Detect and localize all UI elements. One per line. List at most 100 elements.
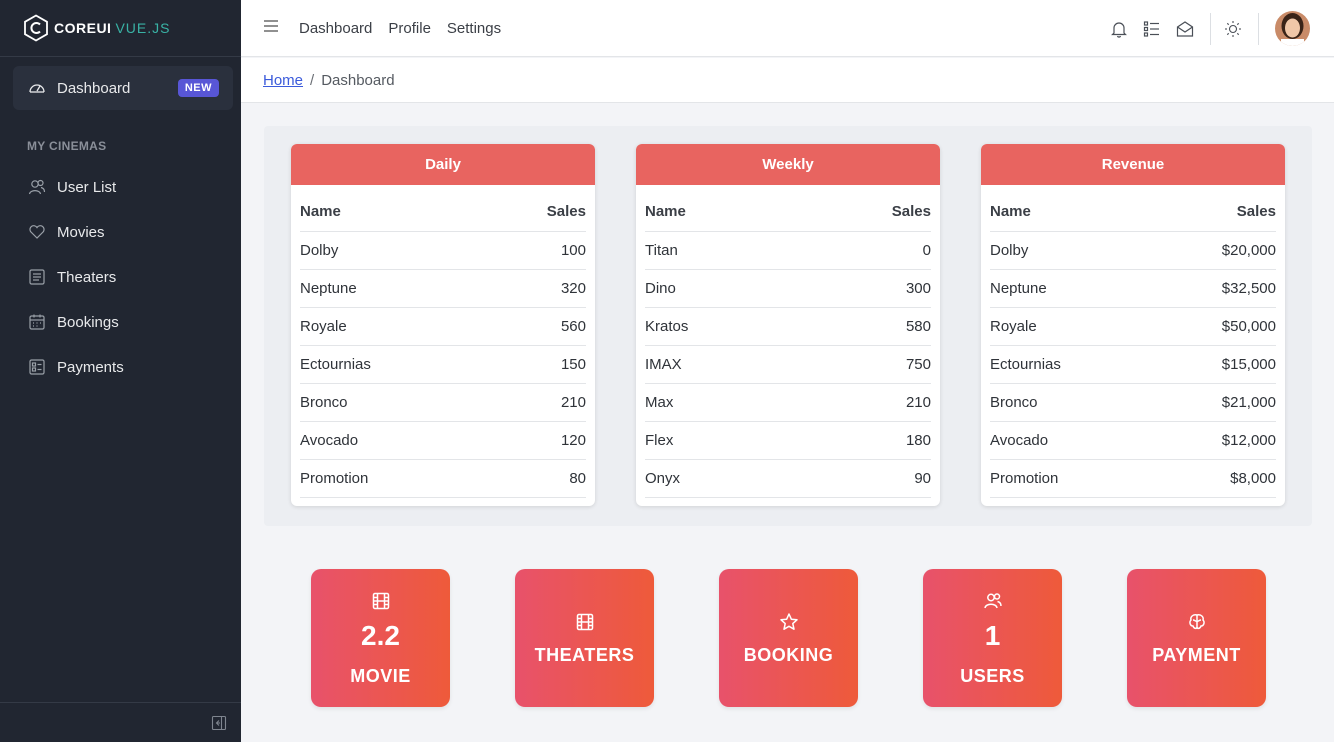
sidebar: COREUI VUE.JS Dashboard NEW MY CINEMAS U… [0,0,241,742]
payment-icon [27,357,47,377]
table-cell: 180 [795,421,931,460]
breadcrumb-current: Dashboard [321,71,395,89]
table-cell: Dino [645,269,796,308]
table-cell: 100 [484,231,586,270]
new-badge: NEW [177,79,219,97]
sidebar-item-bookings[interactable]: Bookings [13,302,233,342]
table-cell: Max [645,383,796,422]
column-header: Sales [795,193,931,232]
table-cell: Royale [990,307,1153,346]
film-icon [574,611,596,633]
table-cell: $15,000 [1152,345,1276,384]
speedometer-icon [27,78,47,98]
task-list-icon[interactable] [1142,19,1162,39]
table-cell: Neptune [300,269,485,308]
sidebar-item-label: Movies [57,223,105,241]
tile-label: THEATERS [534,644,635,665]
table-row: Ectournias 150 [300,345,586,384]
column-header: Sales [484,193,586,232]
table-row: Kratos 580 [645,307,931,346]
sidebar-item-payments[interactable]: Payments [13,347,233,387]
column-header: Name [300,193,485,232]
card-title: Daily [291,144,595,185]
tile-label: BOOKING [743,644,834,665]
table-cell: Ectournias [990,345,1153,384]
sidebar-item-label: Theaters [57,268,117,286]
menu-toggle-icon[interactable] [263,19,281,38]
weekly-sales-table: Name Sales Titan 0 Dino 300 Kratos 580 IMAX… [645,193,931,498]
table-row: IMAX 750 [645,345,931,384]
sidebar-item-dashboard[interactable]: Dashboard NEW [13,66,233,110]
header-divider [1258,12,1259,45]
breadcrumb-home-link[interactable]: Home [263,72,303,89]
revenue-table: Name Sales Dolby $20,000 Neptune $32,500 R… [990,193,1276,498]
table-row: Onyx 90 [645,459,931,498]
brand-suffix: VUE.JS [115,20,171,36]
table-row: Dolby 100 [300,231,586,270]
header: Dashboard Profile Settings [241,0,1334,57]
column-header: Sales [1152,193,1276,232]
sidebar-item-label: Dashboard [57,79,131,97]
table-cell: 80 [484,459,586,498]
movie-tile[interactable]: 2.2 MOVIE [311,569,450,707]
table-cell: 300 [795,269,931,308]
table-row: Promotion 80 [300,459,586,498]
star-icon [778,611,800,633]
table-row: Royale $50,000 [990,307,1276,346]
table-row: Avocado $12,000 [990,421,1276,460]
sidebar-item-movies[interactable]: Movies [13,212,233,252]
tile-label: PAYMENT [1152,644,1241,665]
table-cell: Avocado [990,421,1153,460]
sidebar-item-label: User List [57,178,117,196]
users-icon [27,177,47,197]
sidebar-toggle-icon[interactable] [211,715,227,731]
heart-icon [27,222,47,242]
table-row: Ectournias $15,000 [990,345,1276,384]
table-row: Dino 300 [645,269,931,308]
users-icon [982,590,1004,612]
table-cell: Bronco [990,383,1153,422]
theaters-tile[interactable]: THEATERS [515,569,654,707]
column-header: Name [990,193,1153,232]
brand-name: COREUI [54,20,112,36]
table-row: Bronco 210 [300,383,586,422]
table-row: Titan 0 [645,231,931,270]
table-row: Max 210 [645,383,931,422]
sidebar-item-theaters[interactable]: Theaters [13,257,233,297]
header-link-settings[interactable]: Settings [447,20,501,37]
avatar[interactable] [1275,11,1310,46]
brain-icon [1186,611,1208,633]
table-row: Neptune $32,500 [990,269,1276,308]
header-link-dashboard[interactable]: Dashboard [299,20,372,37]
table-cell: Bronco [300,383,485,422]
film-icon [370,590,392,612]
table-row: Royale 560 [300,307,586,346]
coreui-logo-icon [24,14,48,42]
envelope-open-icon[interactable] [1175,19,1195,39]
table-row: Bronco $21,000 [990,383,1276,422]
tile-value: 1 [984,619,1001,651]
card-title: Revenue [981,144,1285,185]
sidebar-section-title: MY CINEMAS [27,139,107,153]
tile-label: USERS [960,665,1025,686]
sidebar-item-user-list[interactable]: User List [13,167,233,207]
revenue-card: Revenue Name Sales Dolby $20,000 Neptune $… [981,144,1285,506]
tile-label: MOVIE [350,665,411,686]
brand[interactable]: COREUI VUE.JS [0,0,241,57]
booking-tile[interactable]: BOOKING [719,569,858,707]
bell-icon[interactable] [1109,19,1129,39]
table-cell: Promotion [300,459,485,498]
table-cell: Flex [645,421,796,460]
table-cell: $8,000 [1152,459,1276,498]
table-cell: Avocado [300,421,485,460]
sidebar-footer [0,702,241,742]
payment-tile[interactable]: PAYMENT [1127,569,1266,707]
header-link-profile[interactable]: Profile [388,20,431,37]
sun-icon[interactable] [1223,19,1243,39]
column-header: Name [645,193,796,232]
table-cell: 0 [795,231,931,270]
table-row: Flex 180 [645,421,931,460]
users-tile[interactable]: 1 USERS [923,569,1062,707]
table-cell: Ectournias [300,345,485,384]
card-title: Weekly [636,144,940,185]
